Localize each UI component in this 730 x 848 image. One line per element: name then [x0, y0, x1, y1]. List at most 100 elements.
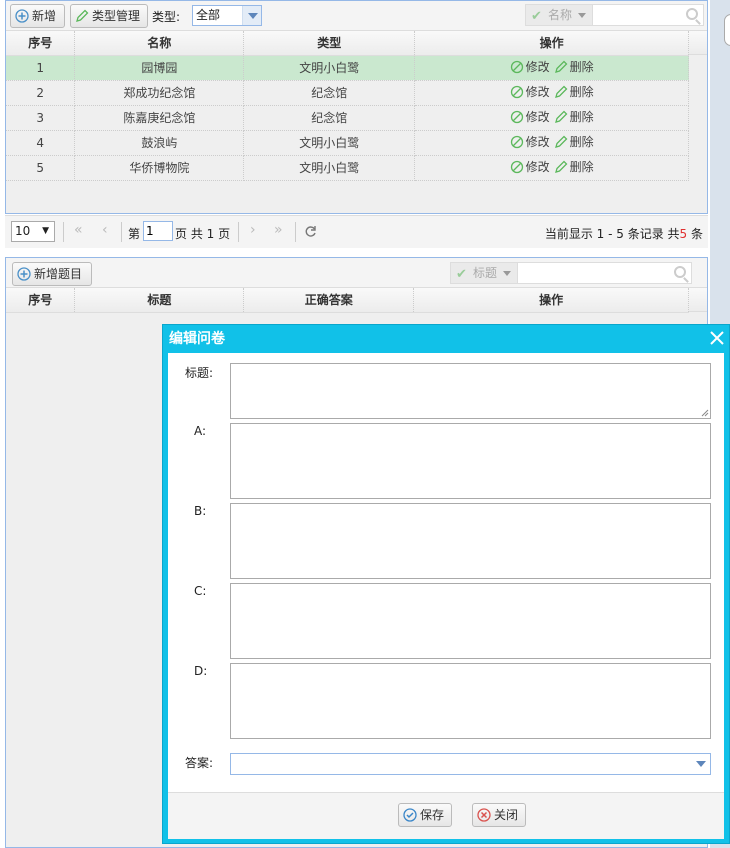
cell-type: 文明小白鹭 [243, 155, 416, 181]
cancel-circle-icon [477, 808, 491, 822]
pencil-icon [76, 9, 89, 22]
delete-button[interactable]: 删除 [554, 58, 594, 75]
first-page-icon[interactable]: « [74, 222, 83, 238]
divider [238, 222, 239, 242]
cell-no: 1 [6, 55, 76, 81]
prev-page-icon[interactable]: ‹ [102, 222, 108, 238]
search-field-selector[interactable]: ✔ 标题 [451, 263, 519, 283]
table-row[interactable]: 2 郑成功纪念馆 纪念馆 修改 删除 [6, 80, 689, 106]
question-table: 序号 标题 正确答案 操作 [6, 288, 689, 313]
place-list-panel: 新增 类型管理 类型: 全部 ✔ 名称 序号 名称 类型 操作 1 园博园 文明… [5, 0, 708, 214]
edit-icon [510, 160, 523, 173]
col-name[interactable]: 名称 [74, 31, 245, 56]
answer-label: 答案: [185, 756, 214, 770]
cell-actions: 修改 删除 [414, 130, 689, 156]
cell-name: 陈嘉庚纪念馆 [74, 105, 245, 131]
save-button[interactable]: 保存 [398, 803, 452, 827]
check-icon: ✔ [531, 9, 542, 24]
cell-actions: 修改 删除 [414, 55, 689, 81]
add-question-label: 新增题目 [34, 267, 83, 281]
cell-name: 华侨博物院 [74, 155, 245, 181]
table-row[interactable]: 3 陈嘉庚纪念馆 纪念馆 修改 删除 [6, 105, 689, 131]
option-d-label: D: [194, 664, 208, 678]
cell-type: 文明小白鹭 [243, 130, 416, 156]
option-d-textarea[interactable] [230, 663, 711, 739]
delete-label: 删除 [569, 60, 594, 75]
chevron-down-icon[interactable] [242, 6, 261, 25]
edit-questionnaire-dialog: 编辑问卷 标题: A: B: C: D: 答案: 保存 关闭 [162, 324, 730, 844]
col-answer[interactable]: 正确答案 [243, 288, 415, 313]
search-field-label: 名称 [548, 8, 573, 22]
type-manage-label: 类型管理 [92, 9, 141, 23]
header-filler [689, 31, 707, 55]
option-c-textarea[interactable] [230, 583, 711, 659]
caret-down-icon [503, 271, 512, 276]
col-title[interactable]: 标题 [74, 288, 245, 313]
edit-button[interactable]: 修改 [510, 58, 550, 75]
add-button[interactable]: 新增 [10, 4, 65, 28]
next-page-icon[interactable]: › [250, 222, 256, 238]
table-header-row: 序号 名称 类型 操作 [6, 31, 689, 56]
close-icon[interactable] [709, 330, 725, 346]
edit-button[interactable]: 修改 [510, 83, 550, 100]
delete-button[interactable]: 删除 [554, 83, 594, 100]
edit-label: 修改 [525, 60, 550, 75]
answer-select[interactable] [230, 753, 711, 775]
pager-summary: 当前显示 1 - 5 条记录 共5 条 [545, 225, 703, 242]
title-textarea[interactable] [230, 363, 711, 419]
pencil-icon [554, 60, 567, 73]
search-icon[interactable] [674, 266, 686, 278]
option-b-textarea[interactable] [230, 503, 711, 579]
divider [121, 222, 122, 242]
option-c-label: C: [194, 584, 207, 598]
cell-type: 文明小白鹭 [243, 55, 416, 81]
cell-no: 4 [6, 130, 76, 156]
toolbar: 新增 类型管理 类型: 全部 ✔ 名称 [6, 1, 707, 31]
title-field-label: 标题: [185, 366, 214, 380]
chevron-down-icon[interactable] [691, 754, 710, 773]
table-row[interactable]: 4 鼓浪屿 文明小白鹭 修改 删除 [6, 130, 689, 156]
dialog-footer: 保存 关闭 [168, 792, 724, 839]
type-filter-select[interactable]: 全部 [192, 5, 262, 26]
table-row[interactable]: 5 华侨博物院 文明小白鹭 修改 删除 [6, 155, 689, 181]
title-search-box[interactable]: ✔ 标题 [450, 262, 692, 284]
divider [295, 222, 296, 242]
delete-button[interactable]: 删除 [554, 133, 594, 150]
refresh-icon[interactable] [304, 225, 317, 238]
option-a-textarea[interactable] [230, 423, 711, 499]
col-no[interactable]: 序号 [6, 31, 76, 56]
edit-button[interactable]: 修改 [510, 133, 550, 150]
edit-button[interactable]: 修改 [510, 158, 550, 175]
resize-grip-icon[interactable] [701, 409, 709, 417]
col-no[interactable]: 序号 [6, 288, 76, 313]
type-filter-label: 类型: [152, 10, 181, 24]
scroll-handle[interactable] [724, 14, 730, 46]
pencil-icon [554, 85, 567, 98]
search-field-selector[interactable]: ✔ 名称 [526, 5, 594, 25]
search-icon[interactable] [686, 8, 698, 20]
edit-button[interactable]: 修改 [510, 108, 550, 125]
pager: 10 ▼ « ‹ 第 页 共 1 页 › » 当前显示 1 - 5 条记录 共5… [5, 215, 708, 248]
col-type[interactable]: 类型 [243, 31, 416, 56]
cell-no: 3 [6, 105, 76, 131]
save-label: 保存 [420, 808, 445, 822]
add-question-button[interactable]: 新增题目 [12, 262, 92, 286]
close-button[interactable]: 关闭 [472, 803, 526, 827]
option-a-label: A: [194, 424, 207, 438]
last-page-icon[interactable]: » [274, 222, 283, 238]
close-label: 关闭 [494, 808, 519, 822]
cell-no: 5 [6, 155, 76, 181]
page-size-select[interactable]: 10 ▼ [11, 221, 55, 242]
name-search-box[interactable]: ✔ 名称 [525, 4, 704, 26]
edit-label: 修改 [525, 135, 550, 150]
delete-button[interactable]: 删除 [554, 108, 594, 125]
type-manage-button[interactable]: 类型管理 [70, 4, 148, 28]
delete-button[interactable]: 删除 [554, 158, 594, 175]
add-button-label: 新增 [32, 9, 57, 23]
page-prefix: 第 [128, 227, 141, 241]
cell-type: 纪念馆 [243, 105, 416, 131]
check-circle-icon [403, 808, 417, 822]
table-row[interactable]: 1 园博园 文明小白鹭 修改 删除 [6, 55, 689, 81]
caret-down-icon: ▼ [42, 226, 49, 236]
page-number-input[interactable] [143, 221, 173, 241]
